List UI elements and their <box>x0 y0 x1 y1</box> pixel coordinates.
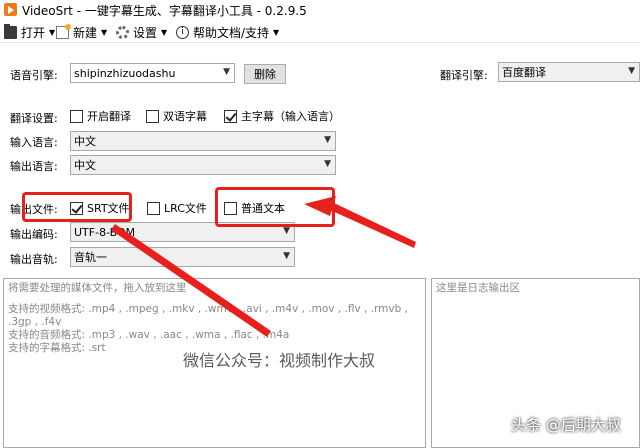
arrow-head <box>304 196 336 216</box>
arrow-line <box>111 224 271 337</box>
corner-watermark: 头条 @后期大叔 <box>511 416 621 434</box>
wechat-watermark: 微信公众号：视频制作大叔 <box>183 351 376 370</box>
annotation-arrows <box>111 196 416 337</box>
arrow-shaft <box>330 203 416 248</box>
